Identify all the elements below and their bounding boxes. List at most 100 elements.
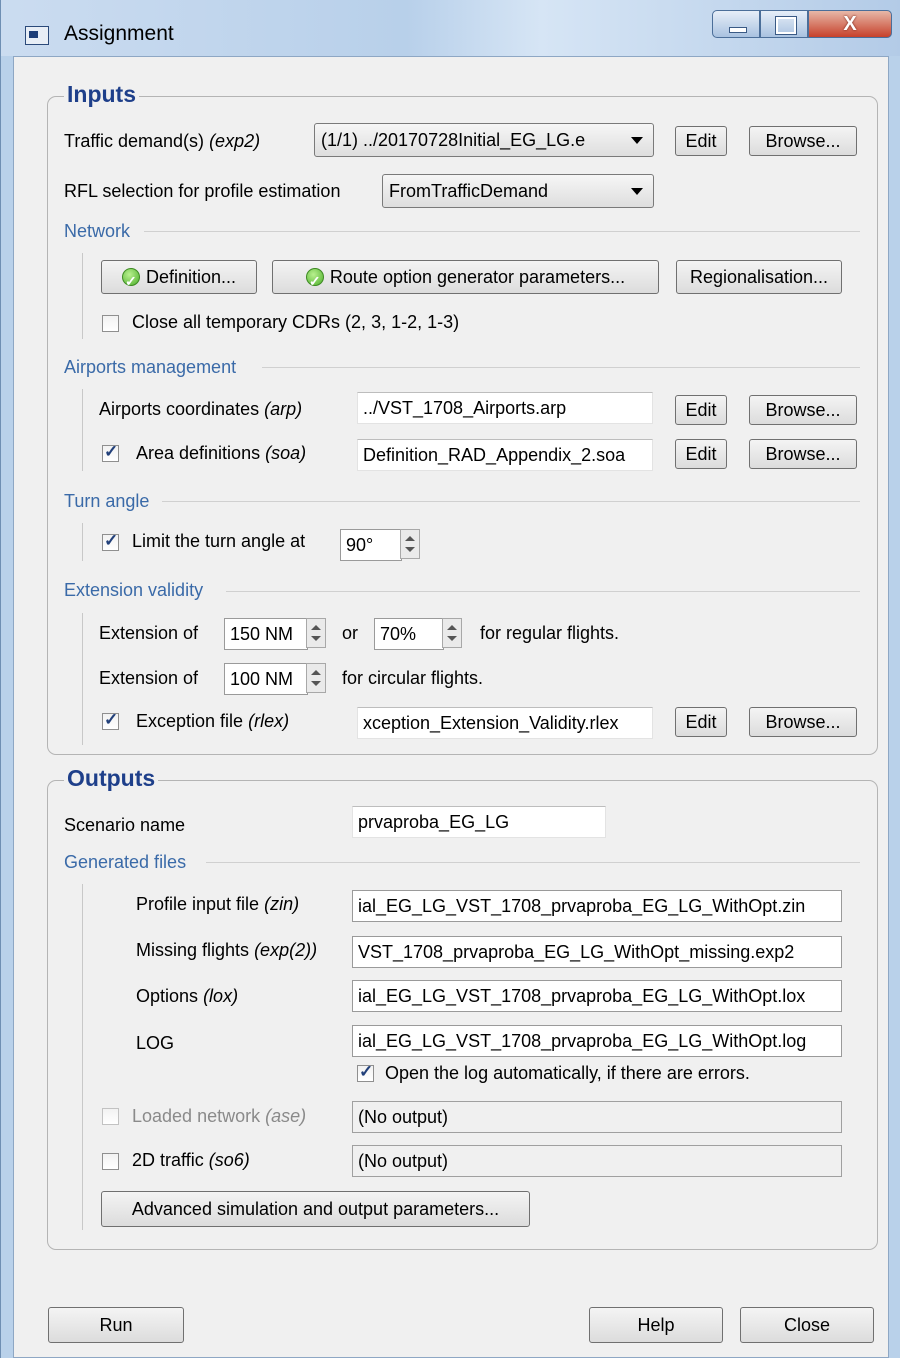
- circular-nm-input[interactable]: 100 NM: [224, 663, 308, 695]
- dialog-client-area: Inputs Traffic demand(s) (exp2) (1/1) ..…: [13, 56, 889, 1358]
- profile-input-field[interactable]: ial_EG_LG_VST_1708_prvaproba_EG_LG_WithO…: [352, 890, 842, 922]
- generated-files-title: Generated files: [64, 852, 190, 873]
- airports-coords-label-text: Airports coordinates: [99, 399, 260, 419]
- airports-vline: [82, 389, 83, 471]
- assignment-window: Assignment X Inputs Traffic demand(s) (e…: [0, 0, 900, 1358]
- app-icon: [25, 26, 49, 45]
- area-definitions-checkbox[interactable]: [102, 442, 119, 462]
- turn-angle-title: Turn angle: [64, 491, 153, 512]
- spin-up-icon: [311, 625, 321, 630]
- turn-angle-separator: [162, 501, 860, 502]
- missing-flights-label: Missing flights (exp(2)): [136, 940, 317, 961]
- inputs-title: Inputs: [64, 81, 139, 108]
- chevron-down-icon: [631, 188, 643, 195]
- regular-nm-input[interactable]: 150 NM: [224, 618, 308, 650]
- area-definitions-label-text: Area definitions: [136, 443, 261, 463]
- missing-flights-ext: (exp(2)): [254, 940, 318, 960]
- maximize-icon: [776, 17, 796, 34]
- loaded-network-field[interactable]: (No output): [352, 1101, 842, 1133]
- traffic-demand-ext: (exp2): [209, 131, 261, 151]
- maximize-button[interactable]: [760, 10, 808, 38]
- area-definitions-edit-button[interactable]: Edit: [675, 439, 727, 469]
- check-circle-icon: [121, 265, 140, 297]
- close-button[interactable]: Close: [740, 1307, 874, 1343]
- rfl-value: FromTrafficDemand: [389, 181, 549, 201]
- close-window-button[interactable]: X: [808, 10, 892, 38]
- help-button[interactable]: Help: [589, 1307, 723, 1343]
- area-definitions-browse-button[interactable]: Browse...: [749, 439, 857, 469]
- regular-nm-spinner[interactable]: [306, 618, 326, 648]
- airports-coords-input[interactable]: ../VST_1708_Airports.arp: [357, 392, 653, 424]
- traffic-demand-browse-button[interactable]: Browse...: [749, 126, 857, 156]
- open-log-label: Open the log automatically, if there are…: [385, 1063, 750, 1083]
- options-label: Options (lox): [136, 986, 238, 1007]
- circular-nm-spinner[interactable]: [306, 663, 326, 693]
- traffic-demand-value: (1/1) ../20170728Initial_EG_LG.e: [321, 130, 586, 150]
- area-definitions-input[interactable]: Definition_RAD_Appendix_2.soa: [357, 439, 653, 471]
- spin-down-icon: [447, 636, 457, 641]
- exception-file-checkbox[interactable]: [102, 710, 119, 730]
- traffic-2d-field[interactable]: (No output): [352, 1145, 842, 1177]
- airports-title: Airports management: [64, 357, 240, 378]
- traffic-demand-select[interactable]: (1/1) ../20170728Initial_EG_LG.e: [314, 123, 654, 157]
- profile-input-label-text: Profile input file: [136, 894, 260, 914]
- traffic-2d-label-text: 2D traffic: [132, 1150, 204, 1170]
- area-definitions-ext: (soa): [265, 443, 307, 463]
- traffic-2d-ext: (so6): [208, 1150, 250, 1170]
- exception-file-browse-button[interactable]: Browse...: [749, 707, 857, 737]
- turn-angle-checkbox[interactable]: [102, 531, 119, 551]
- regionalisation-button[interactable]: Regionalisation...: [676, 260, 842, 294]
- traffic-demand-label: Traffic demand(s) (exp2): [64, 131, 260, 152]
- loaded-network-label: Loaded network (ase): [132, 1106, 306, 1127]
- title-bar: Assignment X: [1, 0, 900, 56]
- definition-button-label: Definition...: [145, 267, 237, 287]
- turn-angle-vline: [82, 523, 83, 561]
- exception-file-input[interactable]: xception_Extension_Validity.rlex: [357, 707, 653, 739]
- loaded-network-label-text: Loaded network: [132, 1106, 261, 1126]
- spin-up-icon: [405, 536, 415, 541]
- regular-extension-prefix: Extension of: [99, 623, 199, 643]
- network-vline: [82, 253, 83, 339]
- scenario-name-label: Scenario name: [64, 815, 186, 835]
- area-definitions-label: Area definitions (soa): [136, 443, 306, 464]
- options-field[interactable]: ial_EG_LG_VST_1708_prvaproba_EG_LG_WithO…: [352, 980, 842, 1012]
- generated-separator: [206, 862, 860, 863]
- airports-coords-edit-button[interactable]: Edit: [675, 395, 727, 425]
- airports-coords-label: Airports coordinates (arp): [99, 399, 302, 420]
- definition-button[interactable]: Definition...: [101, 260, 257, 297]
- options-ext: (lox): [203, 986, 239, 1006]
- open-log-checkbox[interactable]: [357, 1062, 374, 1082]
- rfl-select[interactable]: FromTrafficDemand: [382, 174, 654, 208]
- regular-pct-spinner[interactable]: [442, 618, 462, 648]
- turn-angle-label: Limit the turn angle at: [132, 531, 306, 551]
- or-label: or: [342, 623, 359, 643]
- minimize-icon: [729, 27, 747, 33]
- minimize-button[interactable]: [712, 10, 760, 38]
- regular-pct-input[interactable]: 70%: [374, 618, 444, 650]
- run-button[interactable]: Run: [48, 1307, 184, 1343]
- spin-up-icon: [447, 625, 457, 630]
- extension-separator: [226, 591, 860, 592]
- loaded-network-ext: (ase): [265, 1106, 307, 1126]
- loaded-network-checkbox[interactable]: [102, 1108, 119, 1125]
- advanced-parameters-button[interactable]: Advanced simulation and output parameter…: [101, 1191, 530, 1227]
- close-cdrs-checkbox[interactable]: [102, 315, 119, 332]
- exception-file-edit-button[interactable]: Edit: [675, 707, 727, 737]
- extension-vline: [82, 613, 83, 745]
- scenario-name-input[interactable]: prvaproba_EG_LG: [352, 806, 606, 838]
- turn-angle-spinner[interactable]: [400, 529, 420, 559]
- turn-angle-input[interactable]: 90°: [340, 529, 402, 561]
- airports-coords-browse-button[interactable]: Browse...: [749, 395, 857, 425]
- close-cdrs-label: Close all temporary CDRs (2, 3, 1-2, 1-3…: [132, 312, 460, 332]
- traffic-2d-checkbox[interactable]: [102, 1153, 119, 1170]
- exception-file-label-text: Exception file: [136, 711, 244, 731]
- route-option-button[interactable]: Route option generator parameters...: [272, 260, 659, 297]
- airports-separator: [262, 367, 860, 368]
- missing-flights-label-text: Missing flights: [136, 940, 250, 960]
- traffic-demand-edit-button[interactable]: Edit: [675, 126, 727, 156]
- missing-flights-field[interactable]: VST_1708_prvaproba_EG_LG_WithOpt_missing…: [352, 936, 842, 968]
- profile-input-ext: (zin): [264, 894, 300, 914]
- options-label-text: Options: [136, 986, 199, 1006]
- generated-vline: [82, 884, 83, 1230]
- log-field[interactable]: ial_EG_LG_VST_1708_prvaproba_EG_LG_WithO…: [352, 1025, 842, 1057]
